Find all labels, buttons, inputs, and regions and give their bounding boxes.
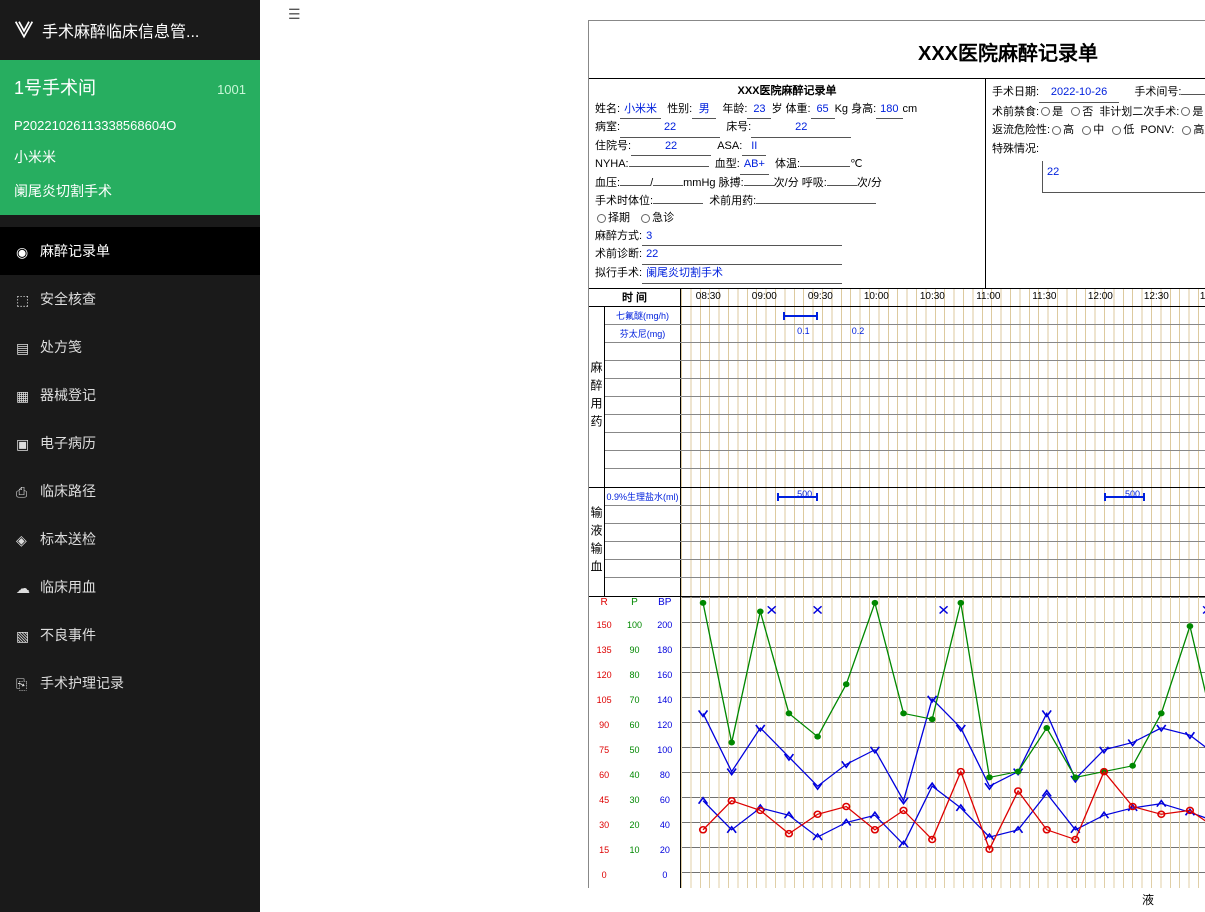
anesthesia-record-sheet: XXX医院麻醉记录单 XXX医院麻醉记录单 姓名:小米米 性别:男 年龄:23岁… (588, 20, 1205, 900)
collapse-sidebar-icon[interactable]: ☰ (288, 6, 301, 23)
drug-row: 七氟醚(mg/h)15(mg/h) (605, 307, 1205, 325)
drug-row (605, 469, 1205, 487)
sheet-main-title: XXX医院麻醉记录单 (589, 21, 1205, 78)
drug-row: 芬太尼(mg)0.10.20.3(mg) (605, 325, 1205, 343)
app-header: 手术麻醉临床信息管... (0, 0, 260, 60)
drug-row (605, 451, 1205, 469)
room-card[interactable]: 1号手术间 1001 P20221026113338568604O 小米米 阑尾… (0, 60, 260, 215)
drug-row: 0.9%生理盐水(ml)5005001000(ml) (605, 488, 1205, 506)
nav-item-9[interactable]: ⎘手术护理记录 (0, 659, 260, 707)
anes-drugs-label: 麻醉用药 (589, 307, 605, 487)
overflow-row: 液 (588, 888, 1205, 912)
nav-icon: ▦ (16, 388, 30, 402)
svg-text:✕: ✕ (937, 603, 950, 618)
drug-row (605, 343, 1205, 361)
nav-icon: ⎘ (16, 676, 30, 690)
drug-row (605, 506, 1205, 524)
nav-item-7[interactable]: ☁临床用血 (0, 563, 260, 611)
time-scale: 08:3009:0009:3010:0010:3011:0011:3012:00… (681, 289, 1205, 306)
nav-icon: ▣ (16, 436, 30, 450)
emergency-radio[interactable] (641, 214, 650, 223)
nav-item-4[interactable]: ▣电子病历 (0, 419, 260, 467)
nav-item-3[interactable]: ▦器械登记 (0, 371, 260, 419)
chart-area: 时 间 08:3009:0009:3010:0010:3011:0011:301… (589, 288, 1205, 900)
operation-name: 阑尾炎切割手术 (14, 181, 246, 201)
patient-code: P20221026113338568604O (14, 118, 246, 133)
vital-plot[interactable]: ✕✕✕✕✕✕ (681, 597, 1205, 888)
surgery-info-panel: 手术日期:2022-10-26 手术间号: 第1页/共30页 术前禁食:是 否 … (986, 79, 1205, 288)
infusion-label: 输液输血 (589, 488, 605, 596)
nav-icon: ▧ (16, 628, 30, 642)
logo-icon (14, 20, 34, 40)
svg-text:✕: ✕ (811, 603, 824, 618)
app-title: 手术麻醉临床信息管... (42, 18, 199, 42)
svg-text:✕: ✕ (1201, 603, 1205, 618)
sidebar: 手术麻醉临床信息管... 1号手术间 1001 P202210261133385… (0, 0, 260, 912)
nav-item-6[interactable]: ◈标本送检 (0, 515, 260, 563)
drug-row (605, 578, 1205, 596)
nav-icon: ◉ (16, 244, 30, 258)
main-area: ☰ XXX医院麻醉记录单 XXX医院麻醉记录单 姓名:小米米 性别:男 年龄:2… (260, 0, 1205, 912)
time-axis-label: 时 间 (589, 289, 681, 306)
nav-icon: ☁ (16, 580, 30, 594)
patient-name: 小米米 (14, 147, 246, 167)
elective-radio[interactable] (597, 214, 606, 223)
nav-item-2[interactable]: ▤处方笺 (0, 323, 260, 371)
patient-info-panel: XXX医院麻醉记录单 姓名:小米米 性别:男 年龄:23岁 体重:65Kg 身高… (589, 79, 986, 288)
nav-icon: ⎙ (16, 484, 30, 498)
svg-text:✕: ✕ (765, 603, 778, 618)
drug-row (605, 560, 1205, 578)
drug-row (605, 415, 1205, 433)
room-number: 1001 (217, 82, 246, 97)
drug-row (605, 542, 1205, 560)
drug-row (605, 433, 1205, 451)
nav-item-1[interactable]: ⬚安全核查 (0, 275, 260, 323)
nav-menu: ◉麻醉记录单⬚安全核查▤处方笺▦器械登记▣电子病历⎙临床路径◈标本送检☁临床用血… (0, 227, 260, 707)
nav-item-8[interactable]: ▧不良事件 (0, 611, 260, 659)
nav-icon: ▤ (16, 340, 30, 354)
sheet-sub-title: XXX医院麻醉记录单 (595, 83, 979, 101)
nav-item-5[interactable]: ⎙临床路径 (0, 467, 260, 515)
nav-icon: ⬚ (16, 292, 30, 306)
drug-row (605, 361, 1205, 379)
drug-row (605, 397, 1205, 415)
drug-row (605, 524, 1205, 542)
vital-axes: R P BP 150100200135901801208016010570140… (589, 597, 681, 900)
drug-row (605, 379, 1205, 397)
nav-icon: ◈ (16, 532, 30, 546)
special-notes[interactable]: 22 (1042, 161, 1205, 193)
nav-item-0[interactable]: ◉麻醉记录单 (0, 227, 260, 275)
room-name: 1号手术间 (14, 74, 96, 100)
